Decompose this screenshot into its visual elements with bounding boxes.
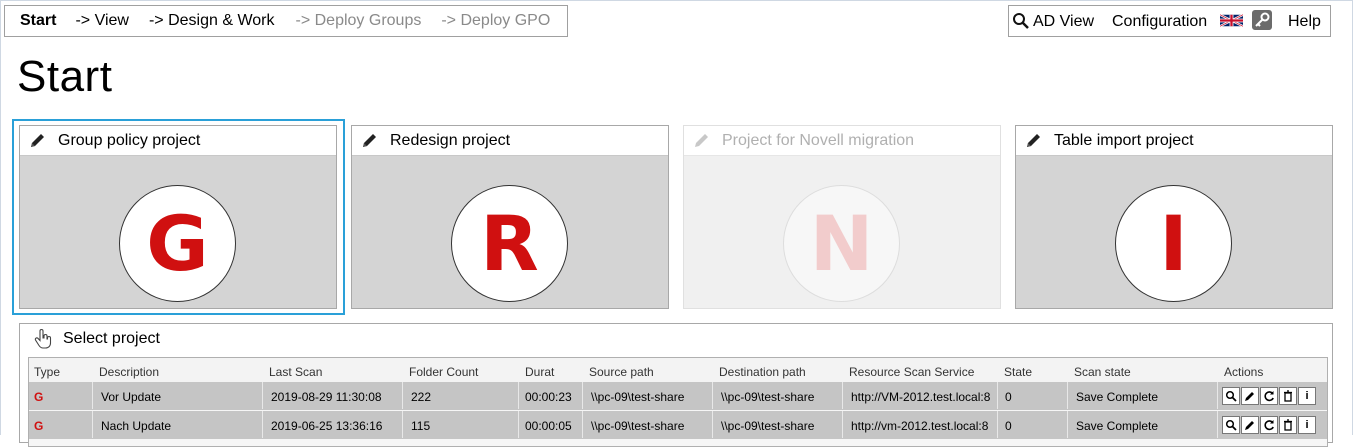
nav-design-work[interactable]: -> Design & Work xyxy=(149,12,275,30)
cell-destination-path: \\pc-09\test-share xyxy=(713,411,843,438)
info-icon[interactable]: i xyxy=(1298,387,1316,405)
panel-title: Select project xyxy=(63,330,160,347)
configuration-button[interactable]: Configuration xyxy=(1112,13,1207,31)
workflow-nav: Start -> View -> Design & Work -> Deploy… xyxy=(4,5,568,37)
uk-flag-icon[interactable] xyxy=(1220,13,1243,28)
pencil-icon xyxy=(695,134,708,147)
col-header-state[interactable]: State xyxy=(1004,365,1032,379)
refresh-icon[interactable] xyxy=(1260,416,1278,434)
nav-view[interactable]: -> View xyxy=(75,12,129,30)
cell-duration: 00:00:05 xyxy=(519,411,583,438)
project-letter-badge: N xyxy=(783,185,900,302)
cell-type: G xyxy=(29,382,93,409)
col-header-actions: Actions xyxy=(1224,365,1264,379)
projects-table: Type Description Last Scan Folder Count … xyxy=(28,357,1328,447)
table-header: Type Description Last Scan Folder Count … xyxy=(29,358,1327,382)
cell-duration: 00:00:23 xyxy=(519,382,583,409)
ad-view-button[interactable]: AD View xyxy=(1033,13,1094,31)
card-redesign-project[interactable]: Redesign project R xyxy=(351,125,669,309)
edit-icon[interactable] xyxy=(1241,416,1259,434)
cell-resource-scan-service: http://VM-2012.test.local:8 xyxy=(843,382,998,409)
col-header-source-path[interactable]: Source path xyxy=(589,365,654,379)
col-header-resource-scan-service[interactable]: Resource Scan Service xyxy=(849,365,974,379)
cell-scan-state: Save Complete xyxy=(1068,411,1218,438)
delete-icon[interactable] xyxy=(1279,416,1297,434)
cell-resource-scan-service: http://vm-2012.test.local:8 xyxy=(843,411,998,438)
pencil-icon xyxy=(1027,134,1040,147)
card-novell-migration-project: Project for Novell migration N xyxy=(683,125,1001,309)
project-letter-badge: I xyxy=(1115,185,1232,302)
col-header-last-scan[interactable]: Last Scan xyxy=(269,365,322,379)
cell-source-path: \\pc-09\test-share xyxy=(583,411,713,438)
cell-folder-count: 222 xyxy=(403,382,519,409)
cell-state: 0 xyxy=(998,382,1068,409)
pencil-icon xyxy=(31,134,44,147)
nav-start[interactable]: Start xyxy=(20,12,56,30)
cell-folder-count: 115 xyxy=(403,411,519,438)
col-header-description[interactable]: Description xyxy=(99,365,159,379)
info-icon[interactable]: i xyxy=(1298,416,1316,434)
cell-state: 0 xyxy=(998,411,1068,438)
col-header-type[interactable]: Type xyxy=(34,365,60,379)
card-label: Table import project xyxy=(1054,132,1194,149)
key-icon[interactable] xyxy=(1252,10,1272,30)
help-button[interactable]: Help xyxy=(1288,13,1321,31)
col-header-destination-path[interactable]: Destination path xyxy=(719,365,806,379)
col-header-folder-count[interactable]: Folder Count xyxy=(409,365,478,379)
cell-description: Nach Update xyxy=(93,411,263,438)
row-actions: i xyxy=(1222,387,1316,405)
cell-source-path: \\pc-09\test-share xyxy=(583,382,713,409)
view-icon[interactable] xyxy=(1222,416,1240,434)
cell-last-scan: 2019-08-29 11:30:08 xyxy=(263,382,403,409)
card-group-policy-project[interactable]: Group policy project G xyxy=(19,125,337,309)
cell-last-scan: 2019-06-25 13:36:16 xyxy=(263,411,403,438)
cell-description: Vor Update xyxy=(93,382,263,409)
top-toolbar: AD View Configuration Help xyxy=(1008,5,1331,37)
cell-scan-state: Save Complete xyxy=(1068,382,1218,409)
cell-destination-path: \\pc-09\test-share xyxy=(713,382,843,409)
edit-icon[interactable] xyxy=(1241,387,1259,405)
card-header: Redesign project xyxy=(352,126,668,156)
card-header: Project for Novell migration xyxy=(684,126,1000,156)
card-header: Group policy project xyxy=(20,126,336,156)
col-header-scan-state[interactable]: Scan state xyxy=(1074,365,1131,379)
nav-deploy-gpo: -> Deploy GPO xyxy=(441,12,551,29)
card-table-import-project[interactable]: Table import project I xyxy=(1015,125,1333,309)
card-label: Project for Novell migration xyxy=(722,132,915,149)
table-row[interactable]: G Vor Update 2019-08-29 11:30:08 222 00:… xyxy=(29,382,1327,410)
project-letter-badge: G xyxy=(119,185,236,302)
col-header-duration[interactable]: Durat xyxy=(525,365,554,379)
card-header: Table import project xyxy=(1016,126,1332,156)
view-icon[interactable] xyxy=(1222,387,1240,405)
delete-icon[interactable] xyxy=(1279,387,1297,405)
nav-deploy-groups: -> Deploy Groups xyxy=(295,12,422,29)
hand-pointer-icon xyxy=(34,329,52,349)
refresh-icon[interactable] xyxy=(1260,387,1278,405)
pencil-icon xyxy=(363,134,376,147)
card-label: Redesign project xyxy=(390,132,511,149)
row-actions: i xyxy=(1222,416,1316,434)
select-project-panel: Select project Type Description Last Sca… xyxy=(19,323,1333,447)
cell-type: G xyxy=(29,411,93,438)
page-title: Start xyxy=(17,52,113,101)
project-letter-badge: R xyxy=(451,185,568,302)
card-label: Group policy project xyxy=(58,132,201,149)
search-icon[interactable] xyxy=(1012,12,1030,30)
